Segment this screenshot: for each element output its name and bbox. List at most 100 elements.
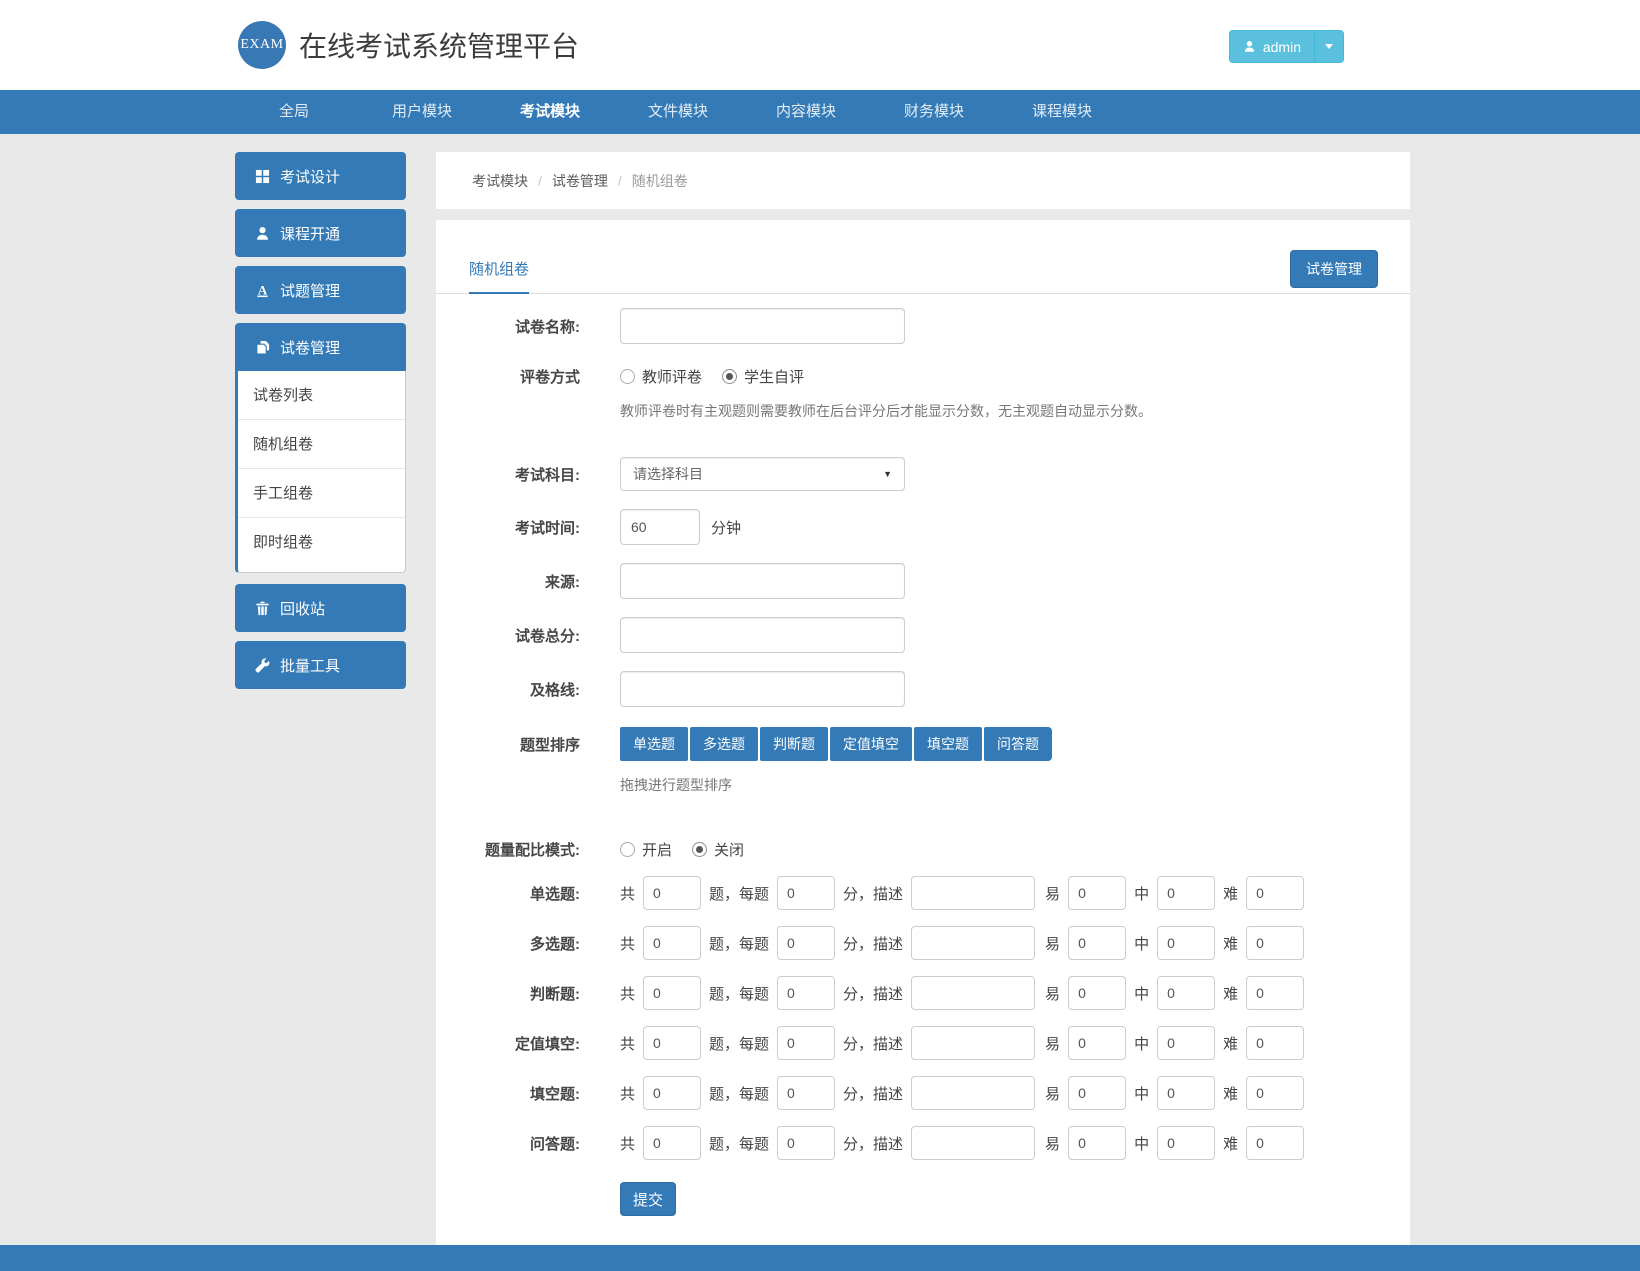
question-score-input[interactable] xyxy=(777,1026,835,1060)
type-order-help-text: 拖拽进行题型排序 xyxy=(620,775,732,795)
type-order-button[interactable]: 多选题 xyxy=(690,727,758,761)
type-order-button[interactable]: 问答题 xyxy=(984,727,1052,761)
question-desc-input[interactable] xyxy=(911,1026,1035,1060)
question-easy-input[interactable] xyxy=(1068,876,1126,910)
sidebar-item-exam-design[interactable]: 考试设计 xyxy=(235,152,406,200)
paper-name-input[interactable] xyxy=(620,308,905,344)
nav-item[interactable]: 考试模块 xyxy=(486,90,614,134)
question-desc-input[interactable] xyxy=(911,1126,1035,1160)
total-score-input[interactable] xyxy=(620,617,905,653)
score-suffix-text: 分，描述 xyxy=(843,983,903,1004)
question-score-input[interactable] xyxy=(777,926,835,960)
question-type-label: 问答题: xyxy=(436,1133,580,1154)
question-desc-input[interactable] xyxy=(911,976,1035,1010)
question-hard-input[interactable] xyxy=(1246,1126,1304,1160)
question-hard-input[interactable] xyxy=(1246,976,1304,1010)
question-medium-input[interactable] xyxy=(1157,976,1215,1010)
user-dropdown-toggle[interactable] xyxy=(1314,30,1344,63)
radio-teacher-grading[interactable]: 教师评卷 xyxy=(620,366,702,387)
question-medium-input[interactable] xyxy=(1157,926,1215,960)
sidebar-item-label: 批量工具 xyxy=(280,655,340,676)
form-row-subject: 考试科目: 请选择科目 ▼ xyxy=(436,457,1410,491)
paper-manage-button[interactable]: 试卷管理 xyxy=(1290,250,1378,288)
question-count-input[interactable] xyxy=(643,1126,701,1160)
nav-item[interactable]: 内容模块 xyxy=(742,90,870,134)
subject-select[interactable]: 请选择科目 ▼ xyxy=(620,457,905,491)
radio-icon[interactable] xyxy=(620,842,635,857)
tab-random-paper[interactable]: 随机组卷 xyxy=(469,258,529,294)
type-order-button[interactable]: 定值填空 xyxy=(830,727,912,761)
type-order-button[interactable]: 填空题 xyxy=(914,727,982,761)
question-hard-input[interactable] xyxy=(1246,926,1304,960)
question-count-input[interactable] xyxy=(643,926,701,960)
question-medium-input[interactable] xyxy=(1157,1026,1215,1060)
submenu-item[interactable]: 手工组卷 xyxy=(238,469,405,518)
submenu-item[interactable]: 随机组卷 xyxy=(238,420,405,469)
submit-button[interactable]: 提交 xyxy=(620,1182,676,1216)
nav-item[interactable]: 全局 xyxy=(230,90,358,134)
nav-item[interactable]: 文件模块 xyxy=(614,90,742,134)
question-hard-input[interactable] xyxy=(1246,876,1304,910)
breadcrumb-module[interactable]: 考试模块 xyxy=(472,171,528,191)
exam-logo: EXAM xyxy=(238,21,286,69)
question-desc-input[interactable] xyxy=(911,1076,1035,1110)
type-order-button[interactable]: 单选题 xyxy=(620,727,688,761)
form-row-paper-name: 试卷名称: xyxy=(436,308,1410,344)
app-page: EXAM 在线考试系统管理平台 admin 全局 用户模块 xyxy=(0,0,1640,1271)
pass-line-input[interactable] xyxy=(620,671,905,707)
nav-item[interactable]: 用户模块 xyxy=(358,90,486,134)
duration-input[interactable] xyxy=(620,509,700,545)
question-count-input[interactable] xyxy=(643,876,701,910)
question-score-input[interactable] xyxy=(777,976,835,1010)
nav-list: 全局 用户模块 考试模块 文件模块 内容模块 财务模块 课程模块 xyxy=(0,90,1640,134)
question-easy-input[interactable] xyxy=(1068,976,1126,1010)
question-count-input[interactable] xyxy=(643,976,701,1010)
hard-text: 难 xyxy=(1223,983,1238,1004)
question-desc-input[interactable] xyxy=(911,926,1035,960)
question-medium-input[interactable] xyxy=(1157,1076,1215,1110)
question-easy-input[interactable] xyxy=(1068,1076,1126,1110)
radio-icon-checked[interactable] xyxy=(722,369,737,384)
radio-icon[interactable] xyxy=(620,369,635,384)
sidebar-item-batch-tools[interactable]: 批量工具 xyxy=(235,641,406,689)
question-count-input[interactable] xyxy=(643,1076,701,1110)
question-medium-input[interactable] xyxy=(1157,1126,1215,1160)
sidebar-item-course-open[interactable]: 课程开通 xyxy=(235,209,406,257)
question-easy-input[interactable] xyxy=(1068,1026,1126,1060)
sidebar: 考试设计 课程开通 A 试题管理 试卷管理 试卷列表 xyxy=(235,152,406,698)
question-easy-input[interactable] xyxy=(1068,926,1126,960)
question-easy-input[interactable] xyxy=(1068,1126,1126,1160)
user-button[interactable]: admin xyxy=(1229,30,1314,63)
question-hard-input[interactable] xyxy=(1246,1026,1304,1060)
type-order-button[interactable]: 判断题 xyxy=(760,727,828,761)
radio-ratio-on[interactable]: 开启 xyxy=(620,839,672,860)
score-suffix-text: 分，描述 xyxy=(843,883,903,904)
breadcrumb-section[interactable]: 试卷管理 xyxy=(552,171,608,191)
paper-manage-submenu: 试卷列表 随机组卷 手工组卷 即时组卷 xyxy=(235,371,406,573)
radio-ratio-off[interactable]: 关闭 xyxy=(692,839,744,860)
nav-item[interactable]: 课程模块 xyxy=(998,90,1126,134)
medium-text: 中 xyxy=(1134,883,1149,904)
sidebar-item-question-manage[interactable]: A 试题管理 xyxy=(235,266,406,314)
count-suffix-text: 题，每题 xyxy=(709,983,769,1004)
question-score-input[interactable] xyxy=(777,876,835,910)
radio-icon-checked[interactable] xyxy=(692,842,707,857)
sidebar-item-paper-manage[interactable]: 试卷管理 xyxy=(235,323,406,371)
sidebar-item-recycle-bin[interactable]: 回收站 xyxy=(235,584,406,632)
submenu-item[interactable]: 试卷列表 xyxy=(238,371,405,420)
question-score-input[interactable] xyxy=(777,1076,835,1110)
sidebar-item-label: 考试设计 xyxy=(280,166,340,187)
question-score-input[interactable] xyxy=(777,1126,835,1160)
radio-label: 教师评卷 xyxy=(642,366,702,387)
question-count-input[interactable] xyxy=(643,1026,701,1060)
logo-text: EXAM xyxy=(240,37,283,53)
medium-text: 中 xyxy=(1134,933,1149,954)
radio-student-self-grading[interactable]: 学生自评 xyxy=(722,366,804,387)
question-hard-input[interactable] xyxy=(1246,1076,1304,1110)
question-medium-input[interactable] xyxy=(1157,876,1215,910)
brand: EXAM 在线考试系统管理平台 xyxy=(238,21,579,69)
nav-item[interactable]: 财务模块 xyxy=(870,90,998,134)
submenu-item[interactable]: 即时组卷 xyxy=(238,518,405,567)
question-desc-input[interactable] xyxy=(911,876,1035,910)
source-input[interactable] xyxy=(620,563,905,599)
